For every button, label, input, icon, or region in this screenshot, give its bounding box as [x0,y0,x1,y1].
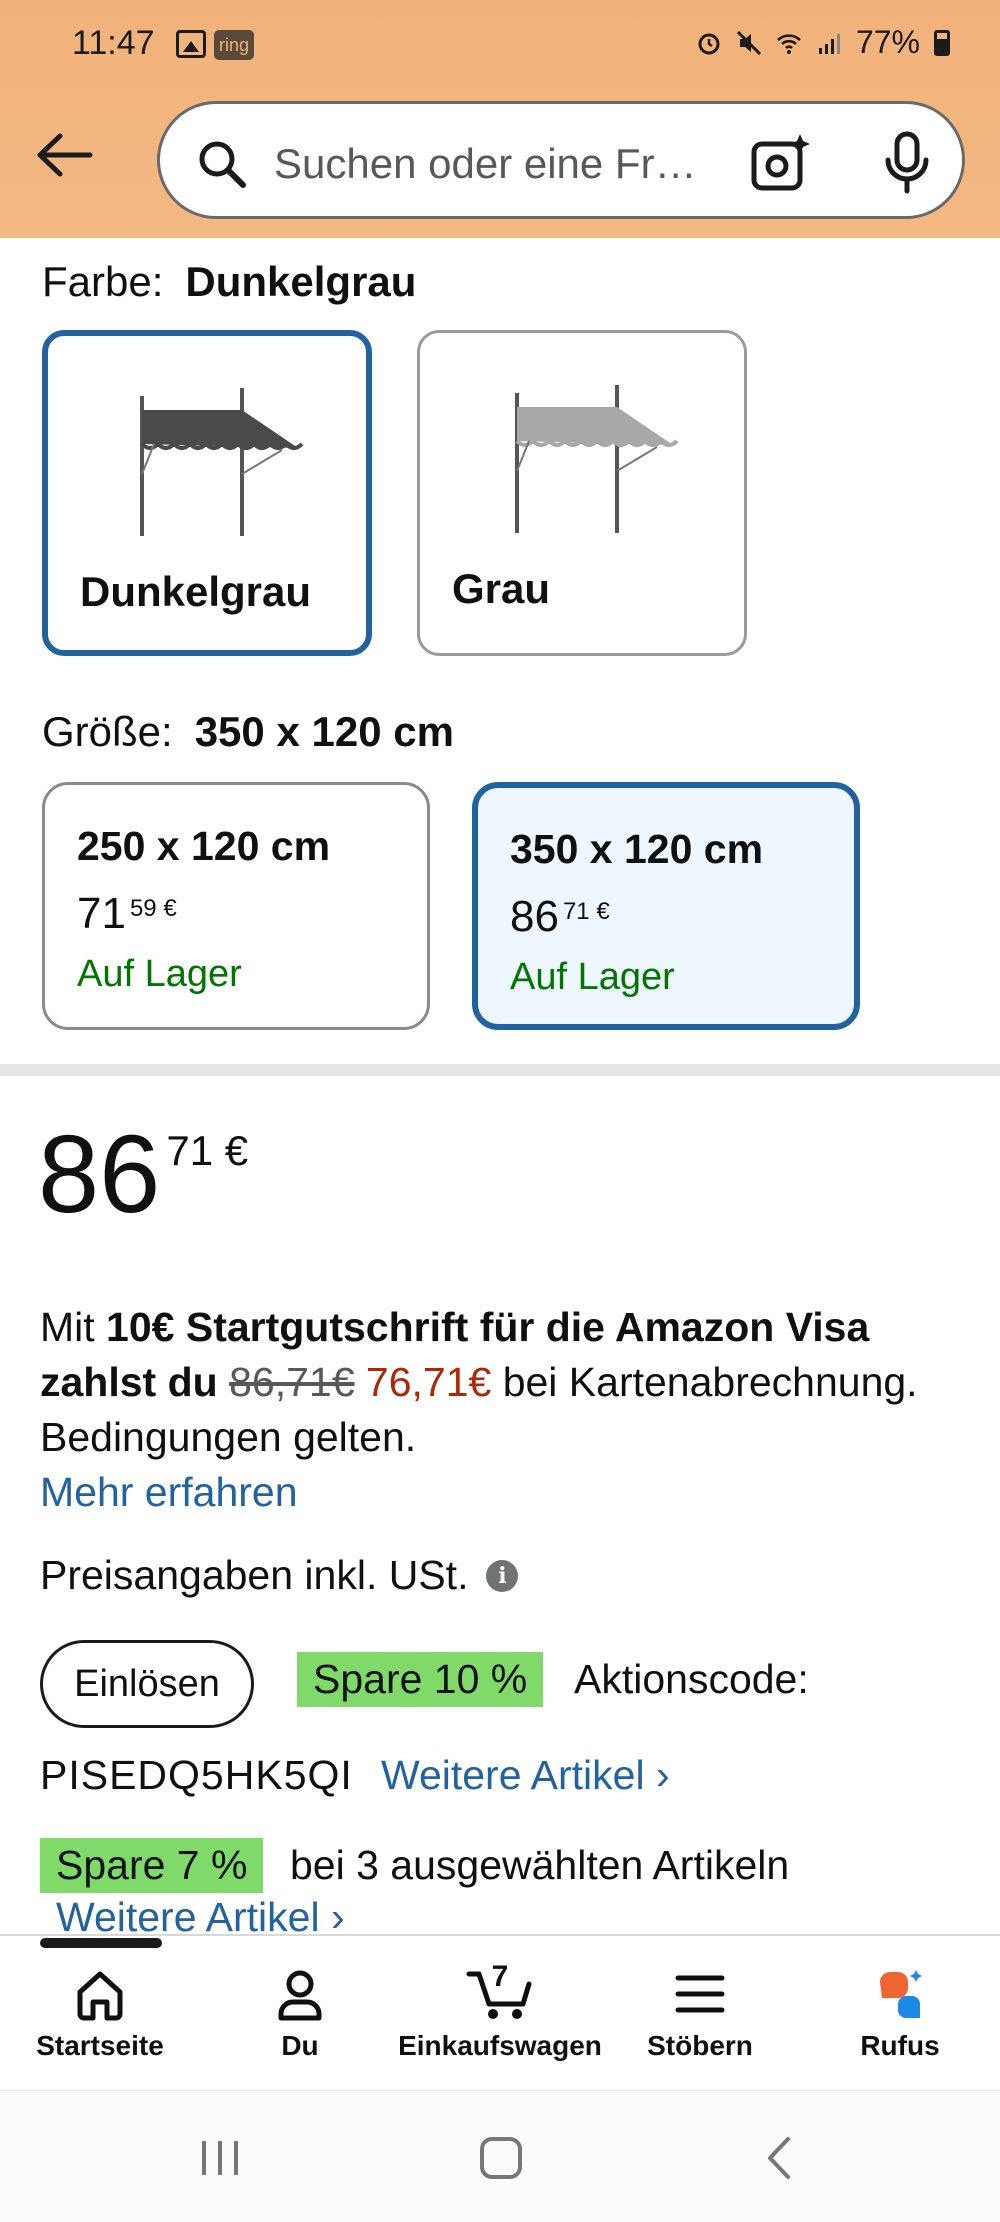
color-label: Farbe: [42,258,164,305]
selected-size: 350 x 120 cm [194,708,454,755]
cart-count: 7 [491,1960,509,1993]
old-price: 86,71€ [229,1359,355,1405]
alarm-icon [698,33,720,54]
back-arrow-icon[interactable] [30,130,94,180]
info-icon[interactable]: i [486,1559,519,1592]
size-option-250x120[interactable]: 250 x 120 cm 71 59 € Auf Lager [42,782,430,1030]
search-bar[interactable] [157,101,965,219]
more-items-link[interactable]: Weitere Artikel › [381,1752,670,1799]
redeem-button[interactable]: Einlösen [40,1640,254,1728]
awning-grey-image [515,385,679,533]
visa-offer: Mit 10€ Startgutschrift für die Amazon V… [40,1300,970,1520]
nav-rufus[interactable]: Rufus [830,1966,970,2062]
camera-search-icon[interactable] [750,132,812,194]
size-label-row: Größe: 350 x 120 cm [42,708,454,756]
nav-cart[interactable]: 7 Einkaufswagen [395,1960,605,2062]
gallery-notification-icon [176,30,206,58]
bottom-navigation: Startseite Du 7 Einkaufswagen Stöbern Ru… [0,1934,1000,2090]
home-icon [77,1971,123,2021]
nav-home[interactable]: Startseite [30,1966,170,2062]
color-label-row: Farbe: Dunkelgrau [42,258,416,306]
menu-icon [675,1975,725,2013]
size-option-stock: Auf Lager [510,956,675,998]
color-option-label: Dunkelgrau [80,568,312,615]
header: 11:47 ring 77% [0,0,1000,238]
rufus-icon [880,1970,922,2018]
save-7-badge: Spare 7 % [40,1838,264,1893]
system-navigation-bar [0,2090,1000,2222]
system-back-icon[interactable] [756,2133,806,2183]
section-divider [0,1064,1000,1076]
color-option-grau[interactable]: Grau [417,330,747,656]
vat-note: Preisangaben inkl. USt. i [40,1552,519,1599]
status-bar: 11:47 ring 77% [0,0,1000,90]
nav-browse[interactable]: Stöbern [630,1966,770,2062]
selected-items-text: bei 3 ausgewählten Artikeln [290,1842,790,1888]
ring-notification-icon: ring [214,30,255,60]
product-price: 86 71 € [38,1113,249,1236]
battery-percent: 77% [855,24,920,60]
discounted-price: 76,71€ [365,1359,492,1405]
recent-apps-icon[interactable] [196,2133,246,2183]
color-option-label: Grau [452,565,551,612]
wifi-icon [777,33,801,54]
status-time: 11:47 [72,24,155,62]
promo-code: PISEDQ5HK5QI [40,1752,353,1798]
size-label: Größe: [42,708,173,755]
nav-profile[interactable]: Du [240,1966,360,2062]
promo-code-label: Aktionscode: [574,1656,809,1702]
size-option-stock: Auf Lager [77,953,242,995]
person-icon [278,1970,322,2021]
microphone-icon[interactable] [882,130,932,196]
size-option-350x120[interactable]: 350 x 120 cm 86 71 € Auf Lager [472,782,860,1030]
battery-icon [934,29,950,56]
signal-icon [818,33,840,54]
size-option-size: 250 x 120 cm [77,823,331,869]
size-option-price: 71 59 € [77,889,177,938]
scroll-indicator [40,1938,162,1948]
learn-more-link[interactable]: Mehr erfahren [40,1465,970,1520]
color-option-dunkelgrau[interactable]: Dunkelgrau [42,330,372,656]
search-icon [199,141,246,188]
size-option-size: 350 x 120 cm [510,826,764,872]
selected-color: Dunkelgrau [185,258,417,305]
home-button-icon[interactable] [476,2133,526,2183]
save-10-badge: Spare 10 % [297,1652,544,1707]
mute-icon [736,30,762,55]
awning-dark-image [140,388,304,536]
size-option-price: 86 71 € [510,892,610,941]
status-icons: 77% [696,24,950,61]
